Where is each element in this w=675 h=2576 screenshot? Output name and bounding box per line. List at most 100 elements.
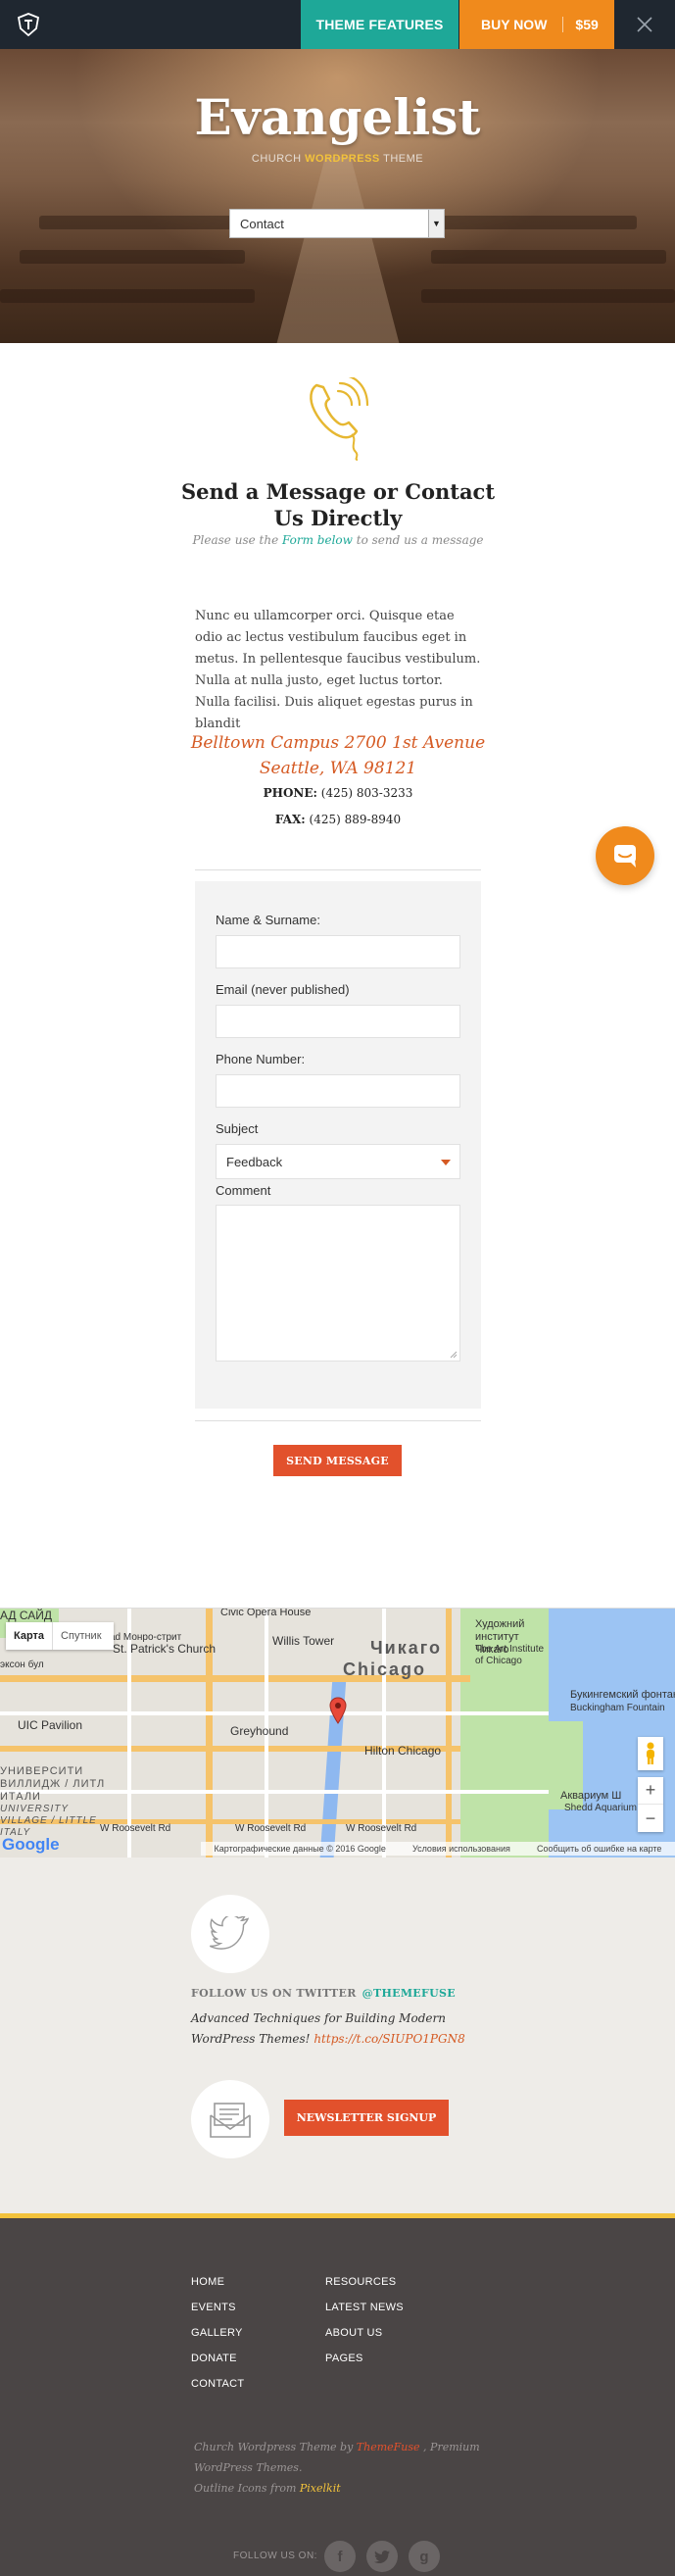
close-icon[interactable] [633, 13, 656, 36]
address-line1: Belltown Campus 2700 1st Avenue [190, 733, 486, 753]
street-view-pegman[interactable] [638, 1737, 663, 1770]
phone-number[interactable]: (425) 803-3233 [321, 786, 413, 800]
facebook-icon[interactable]: f [324, 2541, 356, 2572]
hero-banner: Evangelist CHURCH WORDPRESS THEME Contac… [0, 49, 675, 343]
contact-heading: Send a Message or Contact Us Directly [176, 478, 500, 531]
google-logo[interactable]: Google [2, 1835, 60, 1855]
footer-link-gallery[interactable]: GALLERY [191, 2327, 243, 2339]
footer-link-latest-news[interactable]: LATEST NEWS [325, 2302, 404, 2313]
footer-link-events[interactable]: EVENTS [191, 2302, 236, 2313]
follow-us-label: FOLLOW US ON: [233, 2551, 317, 2561]
map-label: Willis Tower [272, 1634, 335, 1648]
twitter-handle-link[interactable]: @THEMEFUSE [362, 1987, 456, 2000]
email-label: Email (never published) [216, 982, 350, 997]
hero-pew [421, 289, 675, 303]
envelope-icon [210, 2103, 251, 2138]
footer-link-donate[interactable]: DONATE [191, 2353, 237, 2364]
map-label: W Roosevelt Rd [235, 1823, 307, 1834]
email-input[interactable] [216, 1005, 460, 1038]
subheading-post: to send us a message [352, 533, 484, 547]
map-label: Buckingham Fountain [570, 1703, 665, 1713]
comment-textarea[interactable] [216, 1205, 460, 1362]
phone-number-label: Phone Number: [216, 1052, 306, 1066]
divider [195, 869, 481, 870]
tagline-post: THEME [379, 153, 424, 165]
footer-link-resources[interactable]: RESOURCES [325, 2276, 396, 2288]
subheading-pre: Please use the [192, 533, 282, 547]
price-label: $59 [575, 17, 599, 32]
page-nav-select[interactable]: Contact ▼ [229, 209, 445, 238]
map-report-link[interactable]: Сообщить об ошибке на карте [537, 1844, 661, 1854]
theme-logo-icon[interactable] [18, 13, 39, 36]
twitter-bird-icon [209, 1916, 250, 1950]
subject-select[interactable]: Feedback [216, 1144, 460, 1179]
divider [195, 1420, 481, 1421]
map-type-toggle: Карта Спутник [6, 1622, 114, 1650]
phone-input[interactable] [216, 1074, 460, 1108]
contact-heading-line1: Send a Message or Contact [180, 479, 496, 504]
footer-link-home[interactable]: HOME [191, 2276, 224, 2288]
footer-link-contact[interactable]: CONTACT [191, 2378, 244, 2390]
map-label: The Art Institute of Chicago [475, 1644, 545, 1666]
send-message-button[interactable]: SEND MESSAGE [273, 1445, 402, 1476]
hero-pew [431, 250, 666, 264]
form-below-link[interactable]: Form below [282, 533, 353, 547]
map-pin-icon[interactable] [329, 1697, 347, 1724]
google-logo-text: Google [2, 1835, 60, 1854]
top-bar: THEME FEATURES BUY NOW $59 [0, 0, 675, 49]
theme-features-button[interactable]: THEME FEATURES [301, 0, 458, 49]
chat-widget-button[interactable] [596, 826, 654, 885]
newsletter-signup-button[interactable]: NEWSLETTER SIGNUP [284, 2100, 449, 2136]
fax-label: FAX: [274, 813, 306, 826]
newsletter-circle[interactable] [191, 2080, 269, 2158]
map-label: эксон бул [0, 1660, 44, 1670]
contact-subheading: Please use the Form below to send us a m… [147, 533, 529, 547]
map-terms-link[interactable]: Условия использования [412, 1844, 510, 1854]
map-type-satellite[interactable]: Спутник [53, 1622, 109, 1650]
footer-credits: Church Wordpress Theme by ThemeFuse , Pr… [194, 2437, 498, 2499]
footer-link-about-us[interactable]: ABOUT US [325, 2327, 382, 2339]
contact-heading-line2: Us Directly [273, 506, 403, 530]
map-street [0, 1711, 549, 1715]
footer-link-pages[interactable]: PAGES [325, 2353, 363, 2364]
map-type-map[interactable]: Карта [6, 1622, 54, 1650]
twitter-circle[interactable] [191, 1895, 269, 1973]
tweet-link[interactable]: https://t.co/SIUPO1PGN8 [313, 2032, 464, 2046]
map-data-credit: Картографические данные © 2016 Google [214, 1844, 386, 1854]
map-label: Hilton Chicago [364, 1744, 442, 1758]
phone-line: PHONE: (425) 803-3233 [176, 786, 500, 800]
map-label: W Roosevelt Rd [100, 1823, 171, 1834]
zoom-out-button[interactable]: − [638, 1805, 663, 1832]
map-label: St. Patrick's Church [113, 1642, 216, 1656]
select-arrow-icon: ▼ [428, 210, 444, 237]
follow-twitter-label: FOLLOW US ON TWITTER [191, 1987, 357, 2000]
resize-handle-icon[interactable] [450, 1351, 458, 1359]
address-line2: Seattle, WA 98121 [259, 759, 417, 778]
subject-select-value: Feedback [226, 1154, 283, 1169]
google-plus-icon[interactable]: g [409, 2541, 440, 2572]
name-input[interactable] [216, 935, 460, 968]
pixelkit-link[interactable]: Pixelkit [300, 2482, 341, 2495]
intro-paragraph: Nunc eu ullamcorper orci. Quisque etae o… [195, 609, 481, 731]
map-label: Аквариум Ш [560, 1790, 622, 1802]
twitter-glyph [374, 2550, 390, 2563]
zoom-in-button[interactable]: + [638, 1777, 663, 1805]
map-label: Букингемский фонтан [570, 1689, 675, 1701]
themefuse-link[interactable]: ThemeFuse [357, 2441, 420, 2453]
pegman-icon [647, 1742, 654, 1764]
hero-pew [39, 216, 235, 229]
map-label: UNIVERSITY VILLAGE / LITTLE ITALY [0, 1804, 97, 1838]
hero-aisle [274, 157, 402, 343]
map-zoom-controls: + − [638, 1777, 663, 1832]
map-label: Chicago [343, 1660, 427, 1679]
caret-down-icon [441, 1160, 451, 1165]
hero-pew [0, 289, 255, 303]
comment-label: Comment [216, 1183, 271, 1198]
fax-line: FAX: (425) 889-8940 [176, 813, 500, 826]
subject-label: Subject [216, 1121, 259, 1136]
latest-tweet: Advanced Techniques for Building Modern … [191, 2008, 485, 2050]
twitter-icon[interactable] [366, 2541, 398, 2572]
map-label: УНИВЕРСИТИ ВИЛЛИДЖ / ЛИТЛ ИТАЛИ [0, 1765, 106, 1803]
site-title[interactable]: Evangelist [0, 88, 675, 146]
buy-now-button[interactable]: BUY NOW $59 [459, 0, 614, 49]
